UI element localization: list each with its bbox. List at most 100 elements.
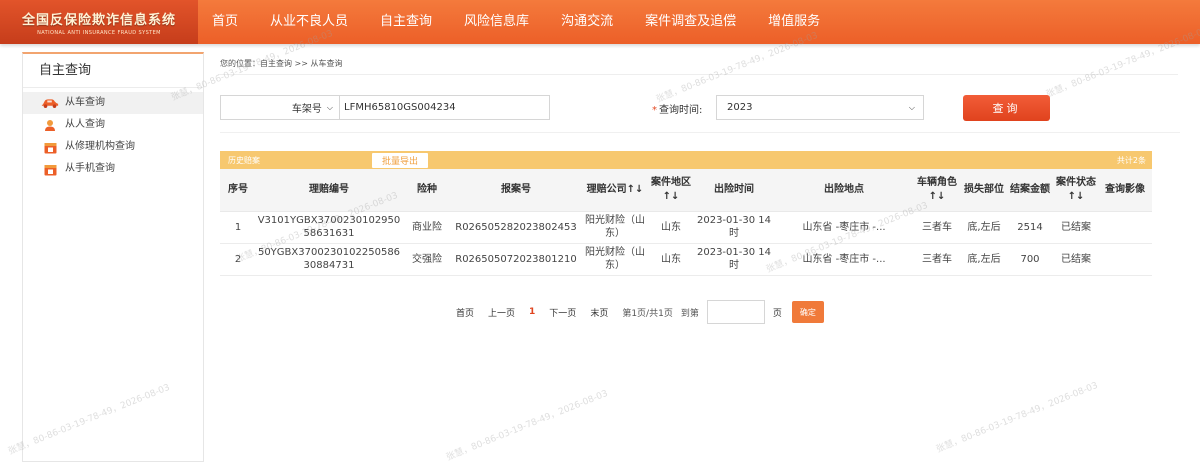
page-current[interactable]: 1: [529, 307, 535, 317]
sidebar-item-label: 从手机查询: [65, 163, 115, 174]
table-row[interactable]: 2 50YGBX370023010225058630884731 交强险 R02…: [220, 243, 1152, 276]
claims-table: 序号 理赔编号 险种 报案号 理赔公司↑↓ 案件地区↑↓ 出险时间 出险地点 车…: [220, 169, 1152, 276]
vin-input[interactable]: [340, 95, 550, 120]
query-type-select[interactable]: 车架号 ⌵: [220, 95, 340, 120]
divider: [220, 132, 1180, 133]
sidebar-item-person-query[interactable]: 从人查询: [23, 114, 203, 136]
query-time-value: 2023: [727, 102, 753, 113]
sidebar-title: 自主查询: [23, 54, 203, 88]
results-table: 历史赔案 批量导出 共计2条 序号 理赔编号 险种 报案号 理赔公司↑↓ 案件地…: [220, 151, 1152, 276]
col-accident-time: 出险时间: [692, 169, 776, 212]
cell-loss-part: 底,左后: [962, 211, 1006, 244]
cell-query-image[interactable]: [1098, 243, 1152, 276]
sidebar-item-label: 从人查询: [65, 119, 105, 130]
history-label: 历史赔案: [228, 155, 260, 165]
chevron-down-icon: ⌵: [326, 102, 333, 112]
sidebar: 自主查询 从车查询 从人查询 从修理机构查询 从手机查询: [22, 52, 204, 462]
nav-case-investigation[interactable]: 案件调查及追偿: [629, 0, 752, 44]
car-icon: [41, 97, 59, 109]
table-row[interactable]: 1 V3101YGBX370023010295058631631 商业险 R02…: [220, 211, 1152, 244]
table-header-row: 序号 理赔编号 险种 报案号 理赔公司↑↓ 案件地区↑↓ 出险时间 出险地点 车…: [220, 169, 1152, 212]
logo-title: 全国反保险欺诈信息系统: [21, 13, 176, 28]
nav-bad-practitioners[interactable]: 从业不良人员: [254, 0, 364, 44]
search-bar: 车架号 ⌵ *查询时间: 2023 ⌵ 查询: [220, 95, 1180, 121]
sidebar-item-label: 从修理机构查询: [65, 141, 135, 152]
cell-case-status: 已结案: [1054, 243, 1098, 276]
cell-claim-no: V3101YGBX370023010295058631631: [256, 211, 402, 244]
cell-vehicle-role: 三者车: [912, 243, 962, 276]
query-time-select[interactable]: 2023 ⌵: [716, 95, 924, 120]
cell-index: 2: [220, 243, 256, 276]
page-last[interactable]: 末页: [590, 306, 608, 319]
main-nav: 首页 从业不良人员 自主查询 风险信息库 沟通交流 案件调查及追偿 增值服务: [198, 0, 836, 44]
phone-icon: [41, 163, 59, 176]
cell-settle-amount: 700: [1006, 243, 1054, 276]
cell-index: 1: [220, 211, 256, 244]
col-loss-part: 损失部位: [962, 169, 1006, 212]
cell-region: 山东: [650, 211, 692, 244]
top-navbar: 全国反保险欺诈信息系统 NATIONAL ANTI INSURANCE FRAU…: [0, 0, 1200, 44]
cell-accident-time: 2023-01-30 14时: [692, 243, 776, 276]
page-unit-label: 页: [772, 308, 782, 319]
col-claim-no: 理赔编号: [256, 169, 402, 212]
page-next[interactable]: 下一页: [549, 306, 576, 319]
cell-claim-no: 50YGBX370023010225058630884731: [256, 243, 402, 276]
cell-company: 阳光财险（山东）: [580, 243, 650, 276]
logo-subtitle: NATIONAL ANTI INSURANCE FRAUD SYSTEM: [37, 30, 161, 36]
col-accident-place: 出险地点: [776, 169, 912, 212]
nav-risk-library[interactable]: 风险信息库: [448, 0, 545, 44]
cell-region: 山东: [650, 243, 692, 276]
sidebar-item-car-query[interactable]: 从车查询: [23, 92, 203, 114]
nav-home[interactable]: 首页: [198, 0, 254, 44]
col-insurance-type: 险种: [402, 169, 452, 212]
sidebar-item-repair-query[interactable]: 从修理机构查询: [23, 136, 203, 158]
required-mark: *: [652, 105, 657, 116]
col-vehicle-role[interactable]: 车辆角色↑↓: [912, 169, 962, 212]
page-number-input[interactable]: [706, 300, 765, 324]
batch-export-button[interactable]: 批量导出: [372, 153, 428, 168]
sidebar-menu: 从车查询 从人查询 从修理机构查询 从手机查询: [23, 88, 203, 180]
breadcrumb: 您的位置：自主查询 >> 从车查询: [220, 59, 343, 68]
cell-report-no: R026505282023802453: [452, 211, 580, 244]
page-first[interactable]: 首页: [456, 306, 474, 319]
sidebar-item-label: 从车查询: [65, 97, 105, 108]
cell-case-status: 已结案: [1054, 211, 1098, 244]
chevron-down-icon: ⌵: [908, 102, 915, 112]
total-count: 共计2条: [1116, 156, 1146, 165]
query-button[interactable]: 查询: [963, 95, 1050, 121]
col-case-status[interactable]: 案件状态↑↓: [1054, 169, 1098, 212]
table-toolbar: 历史赔案 批量导出 共计2条: [220, 151, 1152, 169]
cell-insurance-type: 交强险: [402, 243, 452, 276]
col-company[interactable]: 理赔公司↑↓: [580, 169, 650, 212]
cell-query-image[interactable]: [1098, 211, 1152, 244]
cell-accident-time: 2023-01-30 14时: [692, 211, 776, 244]
nav-self-query[interactable]: 自主查询: [364, 0, 448, 44]
col-index: 序号: [220, 169, 256, 212]
query-type-value: 车架号: [291, 104, 322, 115]
query-time-label: * 查询时间:: [652, 105, 703, 116]
sidebar-item-phone-query[interactable]: 从手机查询: [23, 158, 203, 180]
col-report-no: 报案号: [452, 169, 580, 212]
cell-vehicle-role: 三者车: [912, 211, 962, 244]
cell-loss-part: 底,左后: [962, 243, 1006, 276]
cell-accident-place: 山东省 -枣庄市 -...: [776, 211, 912, 244]
col-settle-amount: 结案金额: [1006, 169, 1054, 212]
nav-value-added[interactable]: 增值服务: [752, 0, 836, 44]
col-region[interactable]: 案件地区↑↓: [650, 169, 692, 212]
watermark: 张慧，80-86-03-19-78-49，2026-08-03: [934, 380, 1100, 455]
nav-communication[interactable]: 沟通交流: [545, 0, 629, 44]
watermark: 张慧，80-86-03-19-78-49，2026-08-03: [444, 388, 610, 463]
cell-settle-amount: 2514: [1006, 211, 1054, 244]
pagination: 首页 上一页 1 下一页 末页 第1页/共1页 到第 页 确定: [456, 299, 824, 325]
cell-report-no: R026505072023801210: [452, 243, 580, 276]
logo[interactable]: 全国反保险欺诈信息系统 NATIONAL ANTI INSURANCE FRAU…: [0, 0, 198, 44]
col-query-image: 查询影像: [1098, 169, 1152, 212]
page-goto-label: 到第: [680, 308, 699, 319]
cell-insurance-type: 商业险: [402, 211, 452, 244]
divider: [218, 74, 1178, 75]
cell-company: 阳光财险（山东）: [580, 211, 650, 244]
cell-accident-place: 山东省 -枣庄市 -...: [776, 243, 912, 276]
repair-shop-icon: [41, 141, 59, 154]
page-prev[interactable]: 上一页: [488, 306, 515, 319]
page-confirm-button[interactable]: 确定: [791, 301, 824, 323]
